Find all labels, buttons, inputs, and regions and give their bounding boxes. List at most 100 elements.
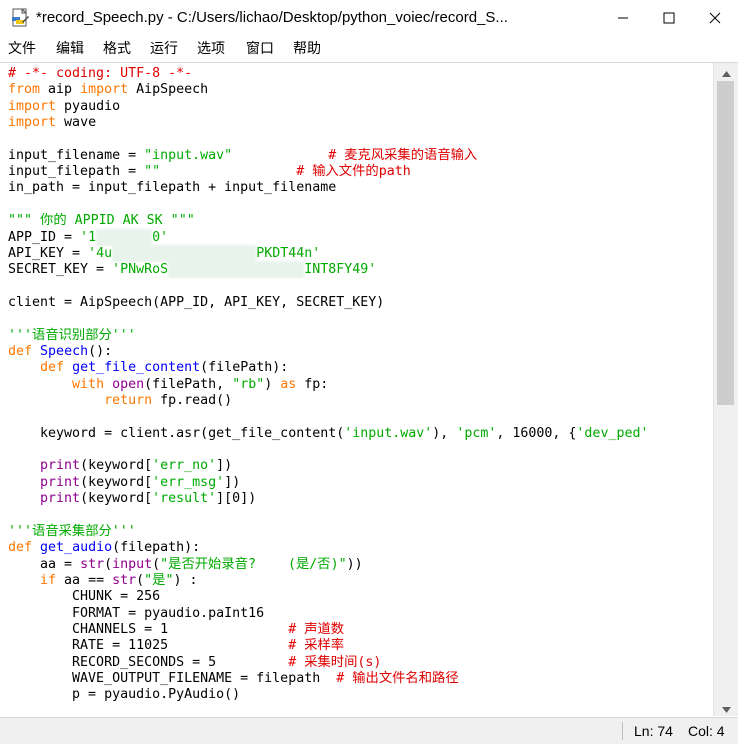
- code-text: SECRET_KEY =: [8, 262, 113, 278]
- code-line: def get_file_content(filePath):: [8, 359, 288, 376]
- code-text: aip: [40, 82, 81, 98]
- code-text: p = pyaudio.PyAudio(): [8, 687, 241, 703]
- code-text: RATE = 11025: [8, 638, 289, 654]
- code-line: API_KEY = '4uxxxxxxxxxxxxxxxxxxPKDT44n': [8, 244, 320, 262]
- code-text: ][0]): [216, 491, 257, 507]
- code-definition: get_file_content: [72, 360, 201, 376]
- triangle-down-icon: [721, 698, 731, 717]
- code-line: SECRET_KEY = 'PNwRoSxxxxxxxxxxxxxxxxxINT…: [8, 261, 377, 279]
- code-builtin: print: [40, 474, 81, 490]
- code-text: WAVE_OUTPUT_FILENAME = filepath: [8, 670, 337, 686]
- minimize-button[interactable]: [600, 0, 646, 36]
- code-text: in_path = input_filepath + input_filenam…: [8, 180, 337, 196]
- code-string: "input.wav": [144, 147, 233, 163]
- menu-bar: 文件 编辑 格式 运行 选项 窗口 帮助: [0, 36, 738, 62]
- code-text: FORMAT = pyaudio.paInt16: [8, 605, 265, 621]
- code-string: 'dev_ped': [576, 425, 649, 441]
- close-button[interactable]: [692, 0, 738, 36]
- maximize-icon: [663, 9, 675, 28]
- redacted-text: 0000000: [96, 228, 153, 246]
- code-comment: # -*- coding: UTF-8 -*-: [8, 66, 193, 81]
- code-text: fp.read(): [152, 393, 233, 408]
- status-column-number: Col: 4: [688, 723, 725, 739]
- redacted-text: xxxxxxxxxxxxxxxxx: [168, 261, 305, 279]
- code-text: (filePath,: [144, 376, 233, 392]
- code-text: ]): [224, 474, 241, 490]
- code-line: WAVE_OUTPUT_FILENAME = filepath # 输出文件名和…: [8, 670, 459, 687]
- code-keyword: def: [8, 343, 33, 359]
- code-string: 'PNwRoS: [112, 262, 169, 278]
- code-string: "是否开始录音? (是/否)": [160, 556, 347, 572]
- code-keyword: def: [40, 360, 65, 376]
- code-keyword: return: [104, 393, 153, 408]
- code-string: INT8FY49': [304, 262, 377, 278]
- code-editor[interactable]: # -*- coding: UTF-8 -*- from aip import A…: [0, 63, 712, 716]
- code-text: (keyword[: [80, 458, 153, 474]
- python-file-icon: [10, 8, 30, 28]
- code-string: '4u: [88, 245, 113, 261]
- code-line: if aa == str("是") :: [8, 572, 197, 589]
- menu-file[interactable]: 文件: [8, 36, 36, 62]
- code-text: (filepath):: [112, 540, 201, 556]
- code-string: "": [144, 164, 161, 180]
- code-text: client = AipSpeech(APP_ID, API_KEY, SECR…: [8, 294, 385, 310]
- code-builtin: str: [112, 572, 137, 588]
- code-builtin: str: [80, 556, 105, 572]
- code-line: input_filepath = "" # 输入文件的path: [8, 163, 411, 180]
- vertical-scrollbar[interactable]: [713, 63, 738, 716]
- code-line: FORMAT = pyaudio.paInt16: [8, 605, 264, 622]
- code-definition: Speech: [40, 343, 89, 359]
- code-comment: # 采样率: [288, 638, 345, 654]
- menu-options[interactable]: 选项: [197, 36, 225, 62]
- code-string: '1: [80, 229, 97, 245]
- code-line: CHANNELS = 1 # 声道数: [8, 621, 344, 638]
- code-text: input_filepath =: [8, 164, 145, 180]
- status-bar: Ln: 74 Col: 4: [0, 717, 738, 744]
- menu-help[interactable]: 帮助: [293, 36, 321, 62]
- code-keyword: from: [8, 82, 41, 98]
- scroll-up-arrow[interactable]: [714, 63, 738, 80]
- code-text: CHANNELS = 1: [8, 621, 289, 637]
- code-string: '''语音采集部分''': [8, 523, 136, 539]
- code-string: 0': [152, 229, 169, 245]
- maximize-button[interactable]: [646, 0, 692, 36]
- code-line: RECORD_SECONDS = 5 # 采集时间(s): [8, 654, 381, 671]
- code-comment: # 输入文件的path: [296, 164, 411, 180]
- code-builtin: print: [40, 458, 81, 474]
- code-line: p = pyaudio.PyAudio(): [8, 686, 240, 703]
- title-bar[interactable]: *record_Speech.py - C:/Users/lichao/Desk…: [0, 0, 738, 36]
- code-text: pyaudio: [56, 98, 121, 114]
- code-text: ) :: [173, 572, 198, 588]
- menu-window[interactable]: 窗口: [246, 36, 274, 62]
- code-line: input_filename = "input.wav" # 麦克风采集的语音输…: [8, 147, 477, 164]
- code-line: with open(filePath, "rb") as fp:: [8, 376, 328, 393]
- code-string: 'err_msg': [152, 474, 225, 490]
- code-text: aa =: [8, 556, 81, 572]
- code-line: client = AipSpeech(APP_ID, API_KEY, SECR…: [8, 294, 384, 311]
- scroll-down-arrow[interactable]: [714, 699, 738, 716]
- scrollbar-thumb[interactable]: [717, 81, 734, 405]
- code-builtin: print: [40, 491, 81, 507]
- code-text: CHUNK = 256: [8, 589, 161, 605]
- status-separator: [622, 722, 623, 740]
- menu-format[interactable]: 格式: [103, 36, 131, 62]
- menu-edit[interactable]: 编辑: [56, 36, 84, 62]
- code-text: (keyword[: [80, 474, 153, 490]
- code-keyword: import: [80, 82, 129, 98]
- code-line: keyword = client.asr(get_file_content('i…: [8, 425, 648, 442]
- code-line: def Speech():: [8, 343, 112, 360]
- status-line-number: Ln: 74: [634, 723, 673, 739]
- code-line: '''语音采集部分''': [8, 523, 136, 540]
- menu-run[interactable]: 运行: [150, 36, 178, 62]
- code-line: # -*- coding: UTF-8 -*-: [8, 65, 192, 82]
- code-line: print(keyword['err_no']): [8, 457, 232, 474]
- code-keyword: with: [72, 376, 105, 392]
- code-text: (: [136, 572, 145, 588]
